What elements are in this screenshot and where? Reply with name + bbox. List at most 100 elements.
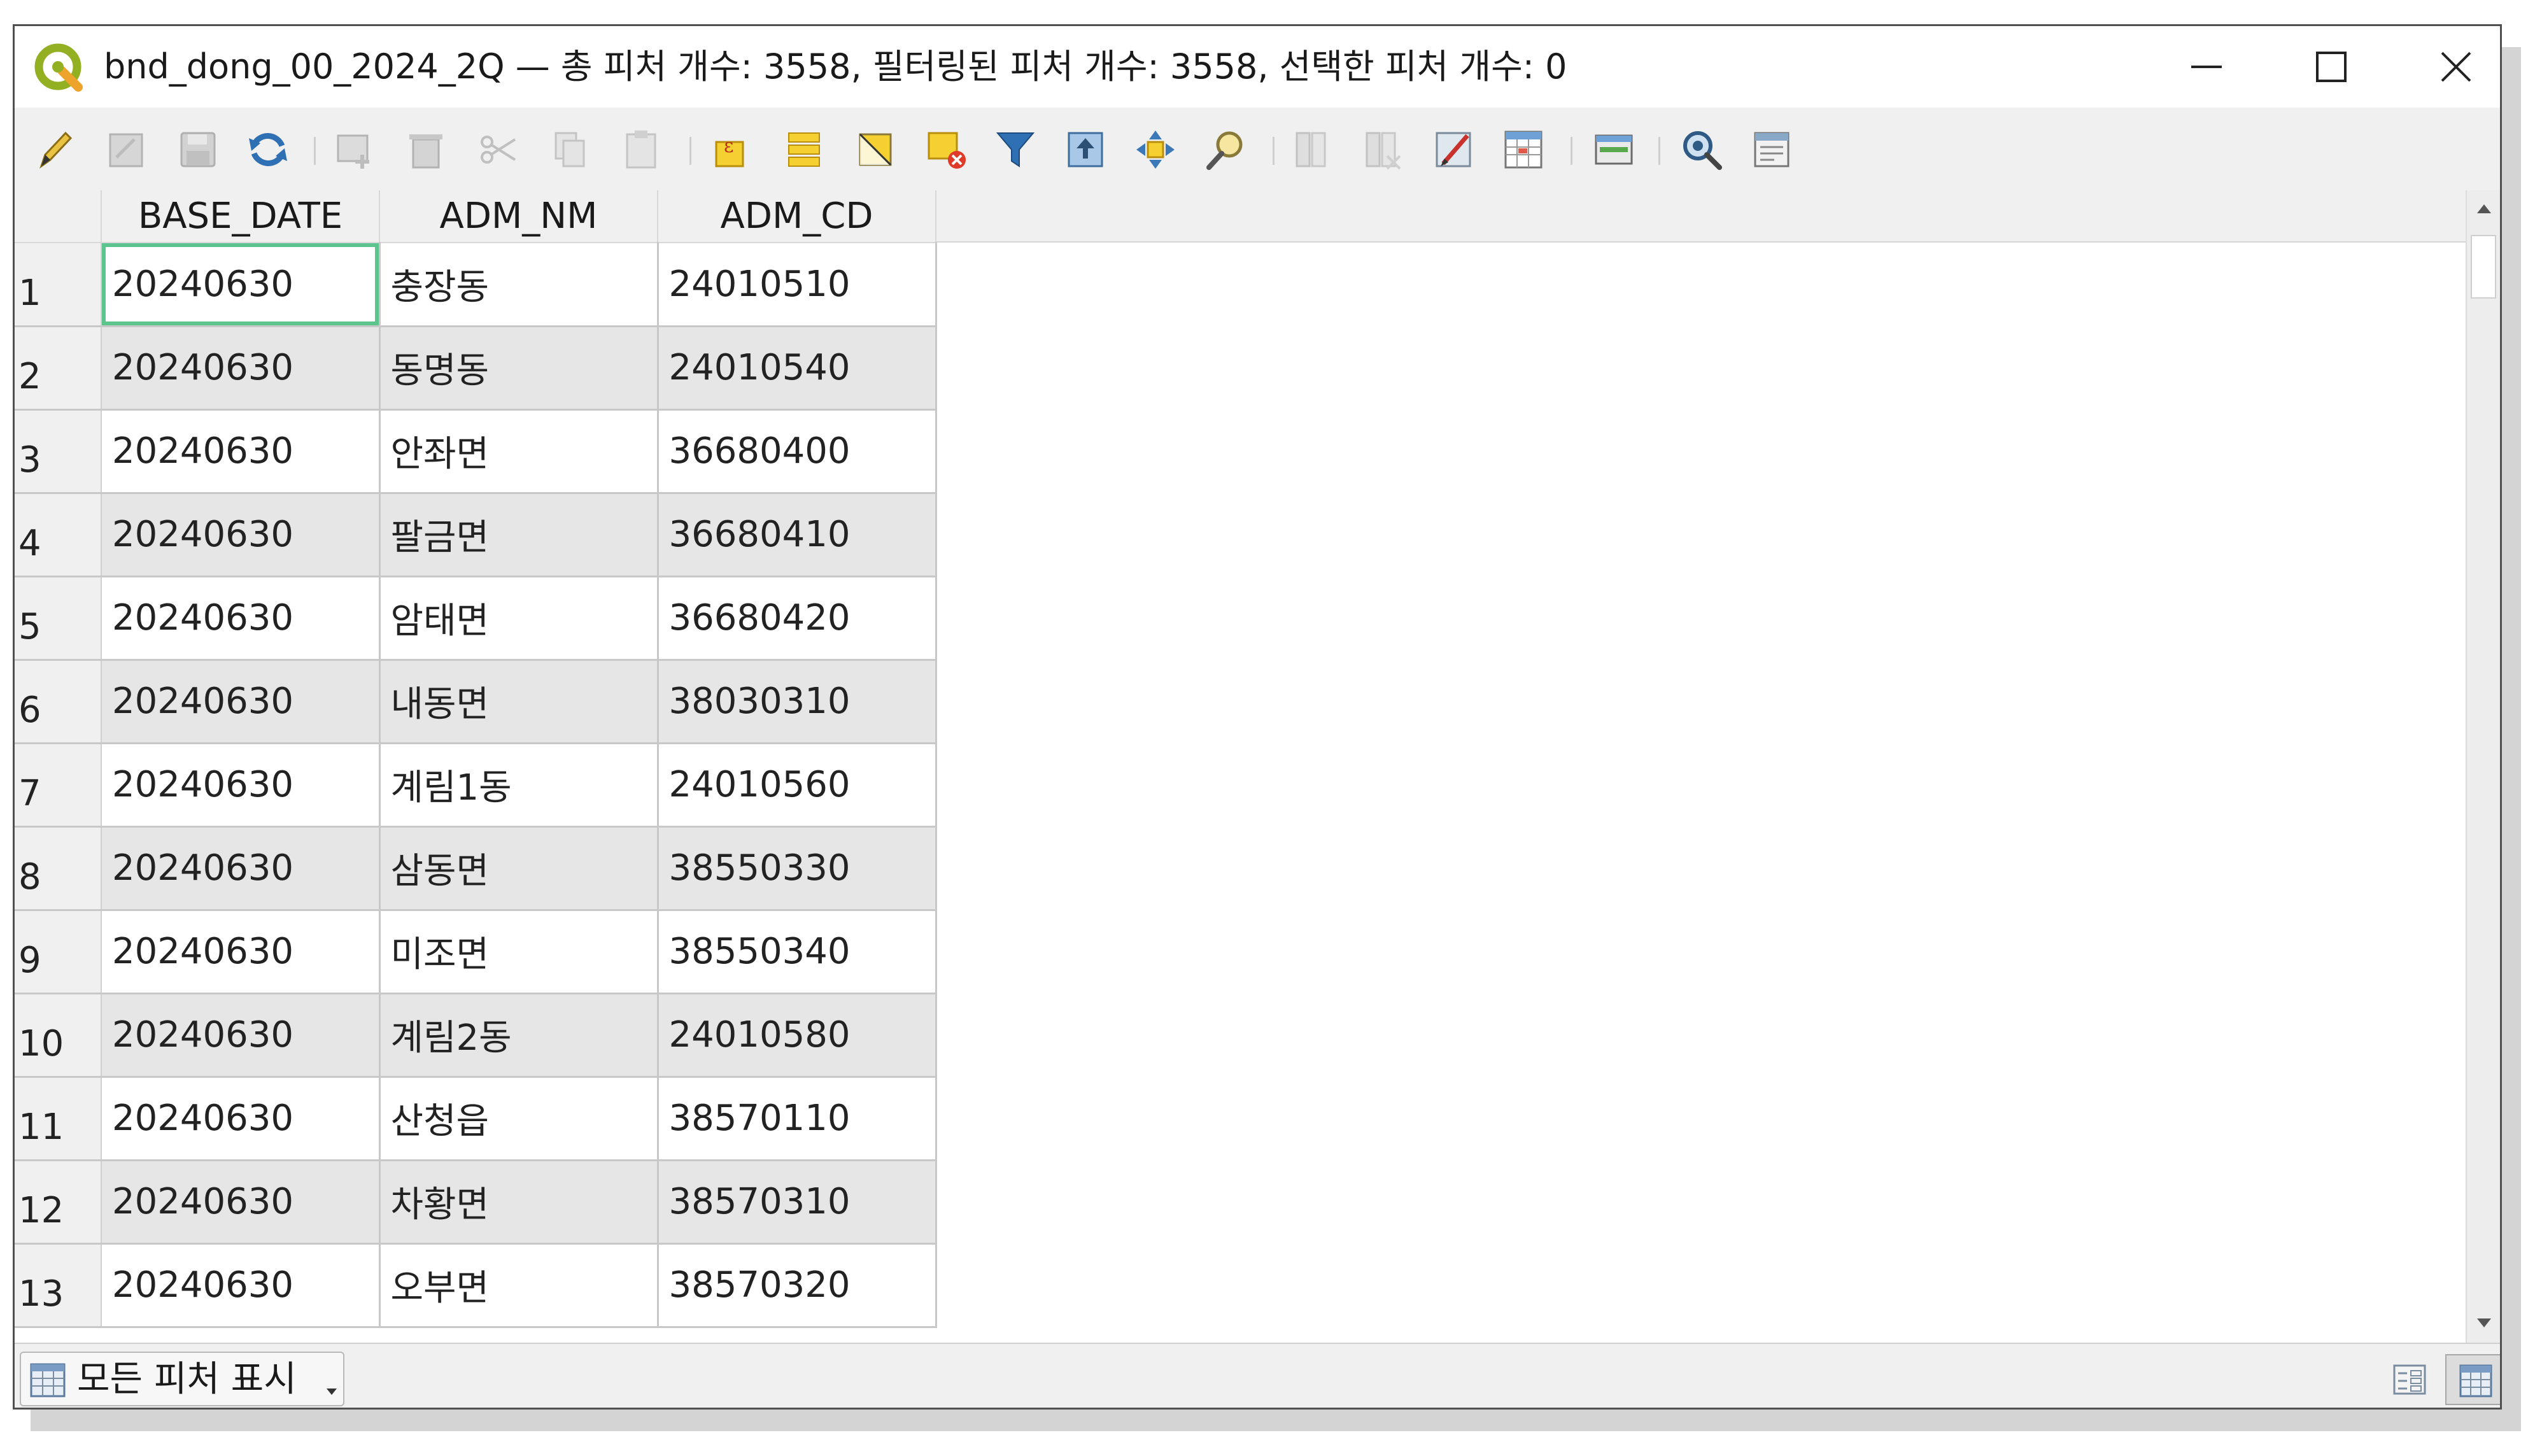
zoom-to-selection-button[interactable]: [1203, 127, 1248, 173]
table-row[interactable]: 11 20240630 산청읍 38570110: [15, 1077, 937, 1161]
cell-base-date-current[interactable]: 20240630: [101, 243, 381, 327]
cell-adm-nm[interactable]: 안좌면: [379, 409, 659, 494]
copy-button[interactable]: [547, 127, 593, 173]
table-row[interactable]: 8 20240630 삼동면 38550330: [15, 826, 937, 911]
table-row[interactable]: 10 20240630 계림2동 24010580: [15, 993, 937, 1078]
toggle-editing-button[interactable]: [32, 127, 78, 173]
column-header-base-date[interactable]: BASE_DATE: [101, 190, 380, 243]
table-row[interactable]: 13 20240630 오부면 38570320: [15, 1243, 937, 1328]
title-bar[interactable]: bnd_dong_00_2024_2Q — 총 피처 개수: 3558, 필터링…: [15, 26, 2500, 108]
cell-base-date[interactable]: 20240630: [101, 1243, 381, 1328]
cell-base-date[interactable]: 20240630: [101, 743, 381, 828]
cell-adm-cd[interactable]: 38570110: [658, 1077, 937, 1161]
cell-adm-cd[interactable]: 24010580: [658, 993, 937, 1078]
vertical-scrollbar[interactable]: [2466, 190, 2500, 1343]
table-row[interactable]: 6 20240630 내동면 38030310: [15, 660, 937, 744]
field-calculator-button[interactable]: [1430, 127, 1476, 173]
cell-adm-cd[interactable]: 38570310: [658, 1160, 937, 1245]
attribute-table[interactable]: BASE_DATE ADM_NM ADM_CD 1 20240630 충장동 2…: [15, 190, 2466, 1343]
actions-button[interactable]: [1679, 127, 1725, 173]
corner-header[interactable]: [15, 190, 102, 243]
row-number[interactable]: 3: [15, 409, 102, 494]
cell-base-date[interactable]: 20240630: [101, 409, 381, 494]
cell-base-date[interactable]: 20240630: [101, 910, 381, 994]
row-number[interactable]: 10: [15, 993, 102, 1078]
row-number[interactable]: 4: [15, 493, 102, 577]
cell-base-date[interactable]: 20240630: [101, 993, 381, 1078]
cell-adm-nm[interactable]: 차황면: [379, 1160, 659, 1245]
row-number[interactable]: 7: [15, 743, 102, 828]
close-button[interactable]: [2396, 26, 2500, 108]
table-row[interactable]: 2 20240630 동명동 24010540: [15, 326, 937, 411]
row-number[interactable]: 2: [15, 326, 102, 411]
save-edits-button[interactable]: [175, 127, 221, 173]
multi-edit-button[interactable]: [104, 127, 150, 173]
pan-to-selection-button[interactable]: [1133, 127, 1178, 173]
cell-base-date[interactable]: 20240630: [101, 576, 381, 661]
cell-adm-nm[interactable]: 삼동면: [379, 826, 659, 911]
table-row[interactable]: 4 20240630 팔금면 36680410: [15, 493, 937, 577]
table-row[interactable]: 3 20240630 안좌면 36680400: [15, 409, 937, 494]
table-row[interactable]: 7 20240630 계림1동 24010560: [15, 743, 937, 828]
cell-adm-cd[interactable]: 36680420: [658, 576, 937, 661]
deselect-all-button[interactable]: [924, 127, 970, 173]
row-number[interactable]: 6: [15, 660, 102, 744]
table-row[interactable]: 5 20240630 암태면 36680420: [15, 576, 937, 661]
column-header-adm-nm[interactable]: ADM_NM: [379, 190, 658, 243]
cell-base-date[interactable]: 20240630: [101, 326, 381, 411]
add-feature-button[interactable]: [333, 127, 379, 173]
cell-adm-cd[interactable]: 36680400: [658, 409, 937, 494]
scrollbar-thumb[interactable]: [2471, 235, 2496, 299]
reload-button[interactable]: [245, 127, 291, 173]
cell-adm-nm[interactable]: 충장동: [379, 243, 659, 327]
conditional-formatting-button[interactable]: [1500, 127, 1546, 173]
scroll-down-arrow-icon[interactable]: [2475, 1313, 2494, 1332]
cell-adm-nm[interactable]: 팔금면: [379, 493, 659, 577]
paste-button[interactable]: [618, 127, 664, 173]
cell-adm-nm[interactable]: 미조면: [379, 910, 659, 994]
cell-adm-cd[interactable]: 38570320: [658, 1243, 937, 1328]
cell-base-date[interactable]: 20240630: [101, 660, 381, 744]
new-field-button[interactable]: [1290, 127, 1336, 173]
invert-selection-button[interactable]: [852, 127, 898, 173]
move-selection-to-top-button[interactable]: [1063, 127, 1108, 173]
cell-adm-cd[interactable]: 38550330: [658, 826, 937, 911]
column-header-adm-cd[interactable]: ADM_CD: [658, 190, 936, 243]
cell-base-date[interactable]: 20240630: [101, 493, 381, 577]
maximize-button[interactable]: [2271, 26, 2392, 108]
cell-adm-nm[interactable]: 내동면: [379, 660, 659, 744]
form-view-toggle[interactable]: [2380, 1354, 2439, 1405]
row-number[interactable]: 13: [15, 1243, 102, 1328]
cell-adm-cd[interactable]: 36680410: [658, 493, 937, 577]
cell-adm-cd[interactable]: 24010540: [658, 326, 937, 411]
scroll-up-arrow-icon[interactable]: [2475, 199, 2494, 218]
minimize-button[interactable]: [2146, 26, 2267, 108]
cell-adm-nm[interactable]: 계림1동: [379, 743, 659, 828]
row-number[interactable]: 12: [15, 1160, 102, 1245]
cell-base-date[interactable]: 20240630: [101, 1077, 381, 1161]
row-number[interactable]: 5: [15, 576, 102, 661]
cell-adm-cd[interactable]: 24010510: [658, 243, 937, 327]
row-number[interactable]: 8: [15, 826, 102, 911]
select-by-expression-button[interactable]: ε: [710, 127, 756, 173]
table-row[interactable]: 9 20240630 미조면 38550340: [15, 910, 937, 994]
form-view-button[interactable]: [1749, 127, 1795, 173]
row-number[interactable]: 9: [15, 910, 102, 994]
row-number[interactable]: 1: [15, 243, 102, 327]
row-number[interactable]: 11: [15, 1077, 102, 1161]
cut-button[interactable]: [476, 127, 521, 173]
cell-adm-nm[interactable]: 암태면: [379, 576, 659, 661]
select-all-button[interactable]: [781, 127, 827, 173]
cell-adm-nm[interactable]: 오부면: [379, 1243, 659, 1328]
delete-field-button[interactable]: [1360, 127, 1406, 173]
cell-adm-nm[interactable]: 산청읍: [379, 1077, 659, 1161]
cell-adm-nm[interactable]: 동명동: [379, 326, 659, 411]
delete-feature-button[interactable]: [403, 127, 449, 173]
table-row[interactable]: 1 20240630 충장동 24010510: [15, 243, 937, 327]
table-view-toggle[interactable]: [2445, 1354, 2500, 1405]
cell-base-date[interactable]: 20240630: [101, 826, 381, 911]
table-row[interactable]: 12 20240630 차황면 38570310: [15, 1160, 937, 1245]
cell-adm-cd[interactable]: 38030310: [658, 660, 937, 744]
cell-adm-cd[interactable]: 24010560: [658, 743, 937, 828]
show-all-features-button[interactable]: 모든 피처 표시: [20, 1352, 344, 1406]
